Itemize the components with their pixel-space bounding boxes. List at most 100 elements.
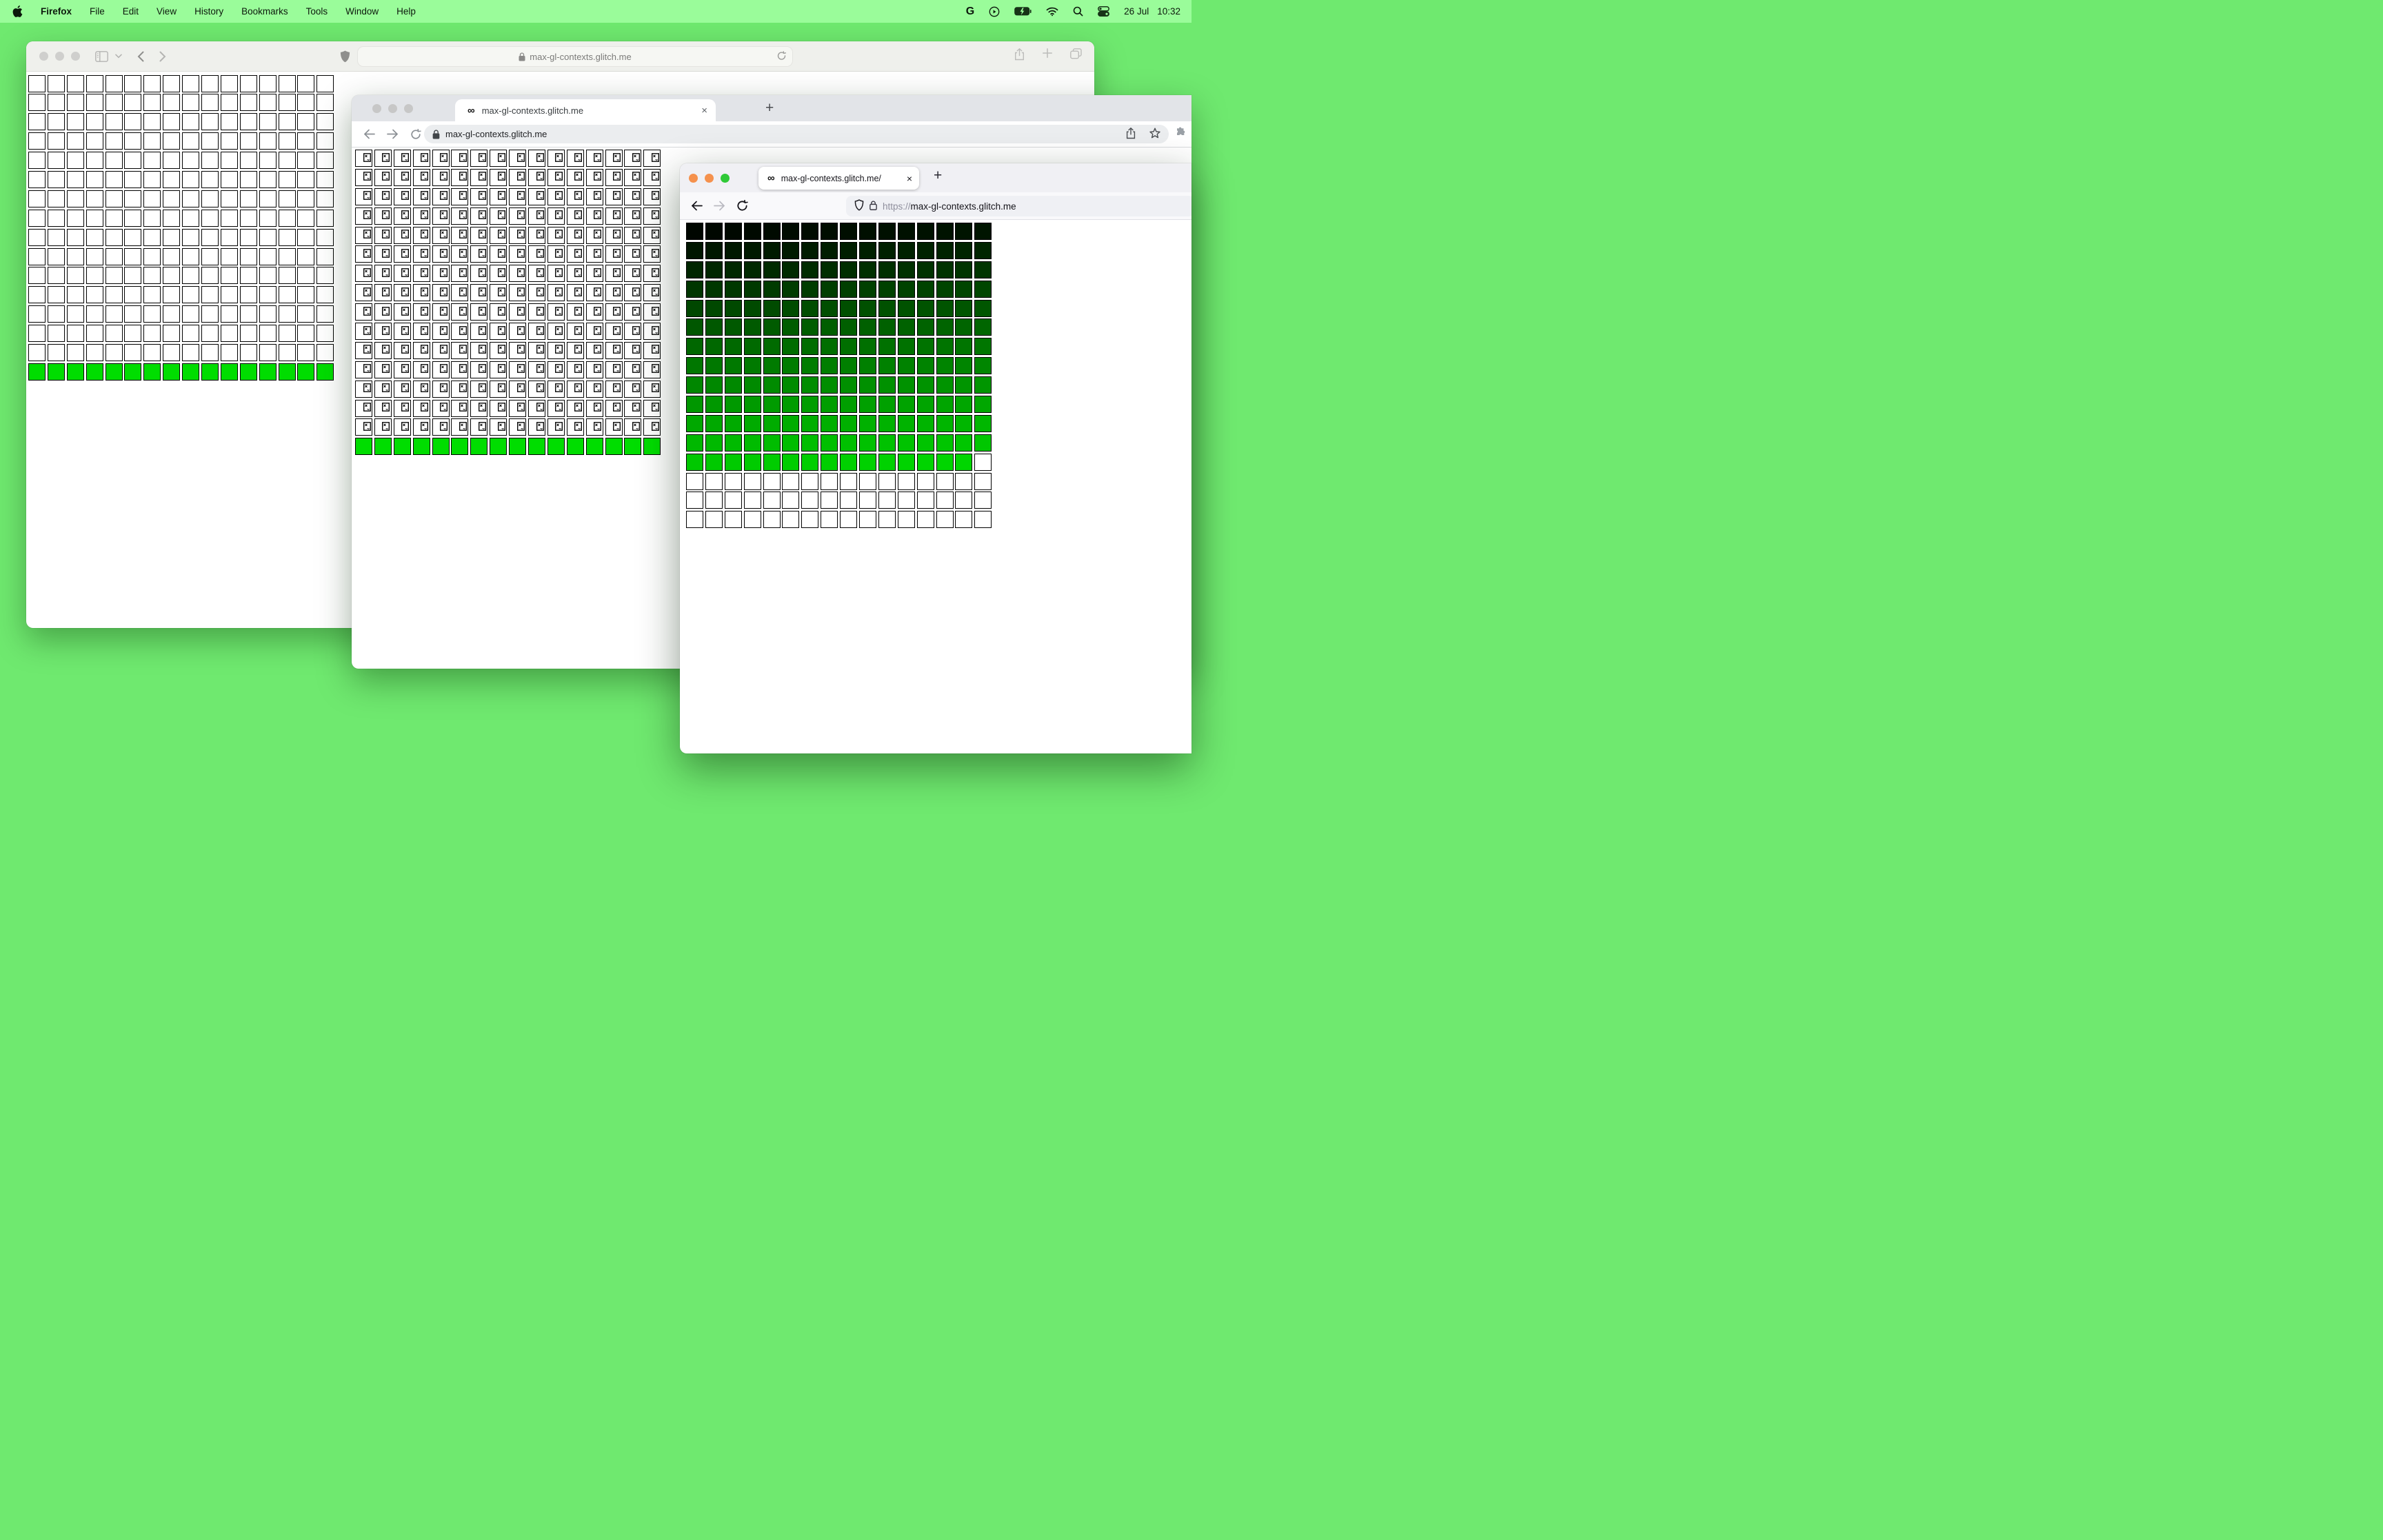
forward-icon[interactable] — [159, 51, 166, 62]
canvas-cell — [743, 396, 761, 414]
canvas-cell — [878, 299, 896, 317]
menubar-clock[interactable]: 10:32 — [1157, 6, 1180, 17]
minimize-button[interactable] — [705, 173, 714, 183]
chrome-active-tab[interactable]: ∞ max-gl-contexts.glitch.me × — [455, 99, 716, 121]
menu-item-bookmarks[interactable]: Bookmarks — [241, 6, 288, 17]
close-button[interactable] — [689, 173, 698, 183]
extensions-puzzle-icon[interactable] — [1174, 127, 1186, 142]
menu-item-tools[interactable]: Tools — [306, 6, 328, 17]
canvas-cell — [528, 150, 546, 167]
back-icon[interactable] — [691, 201, 703, 211]
apple-menu[interactable] — [12, 6, 23, 17]
minimize-button[interactable] — [55, 52, 64, 61]
menu-item-edit[interactable]: Edit — [123, 6, 139, 17]
canvas-cell — [859, 472, 877, 490]
safari-url-field[interactable]: max-gl-contexts.glitch.me — [357, 46, 793, 67]
menu-item-file[interactable]: File — [90, 6, 105, 17]
firefox-active-tab[interactable]: ∞ max-gl-contexts.glitch.me/ × — [758, 167, 919, 190]
canvas-cell — [566, 188, 584, 205]
broken-image-icon — [594, 172, 602, 184]
broken-image-icon — [651, 345, 659, 357]
canvas-cell — [201, 190, 219, 207]
canvas-cell — [974, 511, 992, 529]
control-center-icon[interactable] — [1098, 6, 1110, 17]
zoom-button[interactable] — [404, 103, 413, 113]
canvas-cell — [782, 280, 800, 298]
play-icon[interactable] — [989, 6, 1000, 17]
new-tab-icon[interactable] — [1043, 48, 1052, 64]
menu-item-history[interactable]: History — [194, 6, 223, 17]
canvas-cell — [643, 188, 661, 205]
close-button[interactable] — [372, 103, 381, 113]
broken-image-icon — [555, 422, 563, 434]
canvas-cell — [451, 168, 469, 186]
forward-icon[interactable] — [387, 129, 399, 139]
firefox-url-field[interactable]: https://max-gl-contexts.glitch.me — [846, 196, 1192, 216]
canvas-cell — [432, 168, 450, 186]
menu-app-name[interactable]: Firefox — [41, 6, 72, 17]
reload-icon[interactable] — [777, 50, 787, 63]
canvas-cell — [955, 434, 973, 452]
broken-image-icon — [516, 210, 525, 223]
broken-image-icon — [516, 383, 525, 396]
chevron-down-icon[interactable] — [115, 54, 122, 59]
tracking-shield-icon[interactable] — [854, 199, 864, 213]
new-tab-button[interactable]: + — [765, 100, 774, 116]
canvas-cell — [686, 396, 703, 414]
canvas-cell — [143, 170, 161, 188]
menu-item-view[interactable]: View — [157, 6, 177, 17]
wifi-icon[interactable] — [1046, 7, 1058, 17]
broken-image-icon — [363, 345, 371, 357]
close-tab-icon[interactable]: × — [907, 173, 912, 184]
canvas-cell — [743, 492, 761, 509]
share-icon[interactable] — [1126, 127, 1136, 141]
canvas-cell — [86, 190, 103, 207]
canvas-cell — [355, 418, 372, 436]
broken-image-icon — [594, 230, 602, 242]
broken-image-icon — [555, 325, 563, 338]
minimize-button[interactable] — [388, 103, 397, 113]
canvas-cell — [547, 265, 565, 283]
broken-image-icon — [401, 172, 410, 184]
canvas-cell — [840, 241, 858, 259]
canvas-cell — [374, 323, 392, 341]
tabs-overview-icon[interactable] — [1070, 48, 1082, 64]
sidebar-icon[interactable] — [95, 50, 108, 62]
search-icon[interactable] — [1073, 6, 1083, 17]
canvas-cell — [624, 284, 642, 302]
canvas-cell — [316, 190, 334, 207]
broken-image-icon — [536, 422, 544, 434]
google-icon[interactable]: G — [966, 6, 974, 18]
zoom-button[interactable] — [71, 52, 80, 61]
shield-icon[interactable] — [340, 50, 350, 63]
canvas-cell — [566, 323, 584, 341]
forward-icon[interactable] — [714, 201, 725, 211]
canvas-cell — [66, 94, 84, 112]
canvas-cell — [374, 245, 392, 263]
back-icon[interactable] — [363, 129, 375, 139]
zoom-button[interactable] — [721, 173, 730, 183]
canvas-cell — [86, 152, 103, 170]
battery-charging-icon[interactable] — [1014, 7, 1032, 16]
close-button[interactable] — [39, 52, 48, 61]
canvas-cell — [763, 280, 781, 298]
broken-image-icon — [440, 230, 448, 242]
reload-icon[interactable] — [736, 200, 748, 212]
canvas-cell — [163, 247, 181, 265]
menu-item-help[interactable]: Help — [396, 6, 416, 17]
back-icon[interactable] — [137, 51, 144, 62]
share-icon[interactable] — [1014, 48, 1025, 64]
canvas-cell — [605, 207, 623, 225]
canvas-cell — [724, 318, 742, 336]
reload-icon[interactable] — [410, 128, 421, 140]
star-icon[interactable] — [1149, 128, 1160, 141]
canvas-cell — [316, 113, 334, 131]
broken-image-icon — [613, 345, 621, 357]
close-tab-icon[interactable]: × — [701, 105, 707, 116]
broken-image-icon — [536, 267, 544, 281]
new-tab-button[interactable]: + — [934, 168, 942, 184]
menubar-date[interactable]: 26 Jul — [1124, 6, 1149, 17]
canvas-cell — [840, 414, 858, 432]
menu-item-window[interactable]: Window — [345, 6, 379, 17]
chrome-url-field[interactable]: max-gl-contexts.glitch.me — [424, 125, 1169, 143]
